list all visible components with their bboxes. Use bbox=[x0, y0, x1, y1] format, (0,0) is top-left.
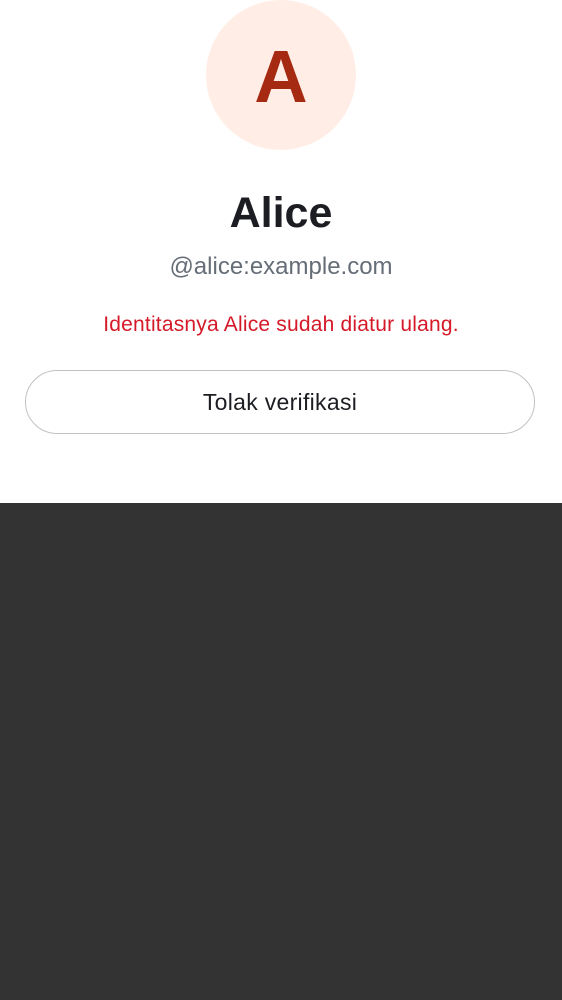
decline-verification-button[interactable]: Tolak verifikasi bbox=[25, 370, 535, 434]
identity-reset-warning: Identitasnya Alice sudah diatur ulang. bbox=[103, 313, 459, 336]
dimmed-backdrop[interactable] bbox=[0, 503, 562, 1000]
display-name: Alice bbox=[229, 189, 333, 237]
user-id: @alice:example.com bbox=[169, 253, 393, 280]
avatar-initial: A bbox=[254, 35, 308, 118]
avatar: A bbox=[206, 0, 356, 150]
verification-sheet: A Alice @alice:example.com Identitasnya … bbox=[0, 0, 562, 503]
